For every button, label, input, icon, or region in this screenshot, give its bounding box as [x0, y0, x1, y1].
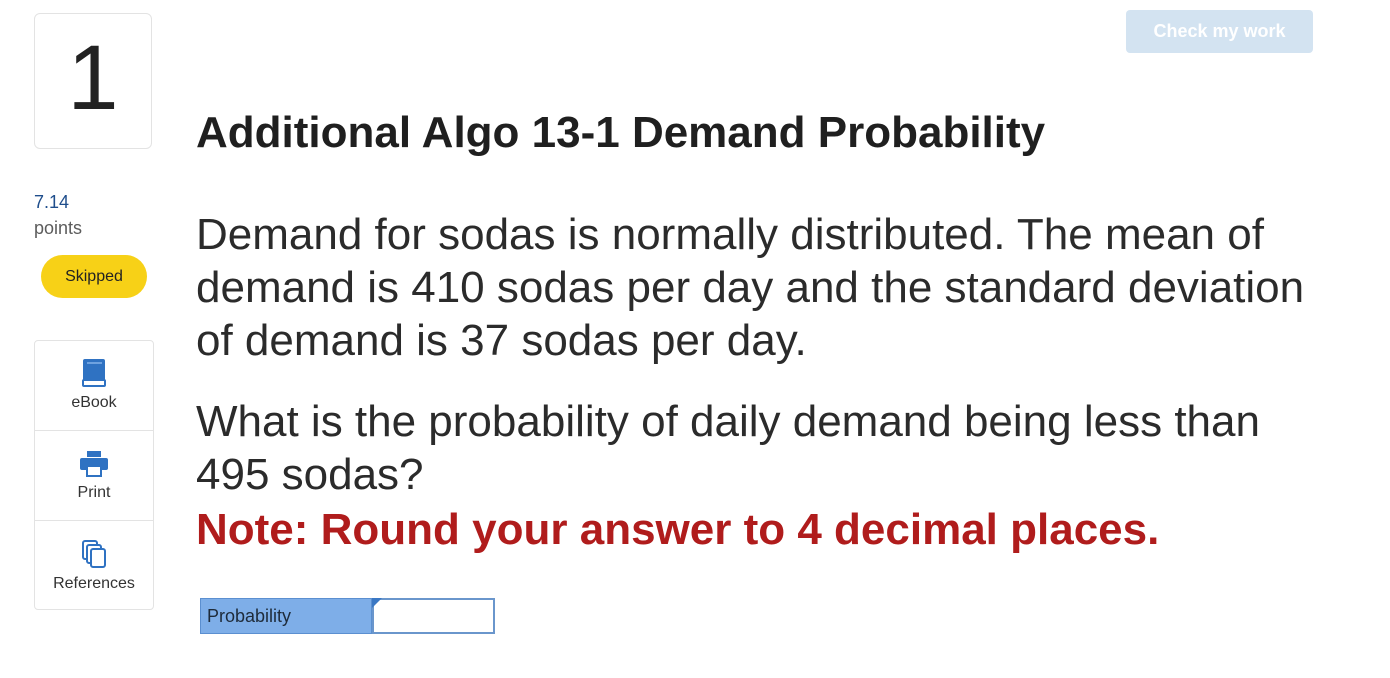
status-badge: Skipped — [41, 255, 147, 298]
print-button[interactable]: Print — [35, 431, 153, 521]
tools-panel: eBook Print References — [34, 340, 154, 610]
rounding-note: Note: Round your answer to 4 decimal pla… — [196, 505, 1160, 554]
points-label: points — [34, 218, 83, 238]
question-paragraph-2: What is the probability of daily demand … — [196, 397, 1260, 499]
question-title: Additional Algo 13-1 Demand Probability — [196, 108, 1046, 157]
print-label: Print — [77, 484, 111, 501]
answer-cell — [372, 598, 495, 634]
question-number-box: 1 — [34, 13, 152, 149]
ebook-label: eBook — [71, 394, 117, 411]
cell-marker-icon — [372, 598, 382, 608]
ebook-button[interactable]: eBook — [35, 341, 153, 431]
question-number: 1 — [67, 27, 119, 129]
references-label: References — [53, 575, 135, 592]
book-icon — [82, 359, 106, 387]
answer-row: Probability — [200, 598, 495, 634]
printer-icon — [80, 451, 108, 477]
points-value: 7.14 — [34, 192, 70, 212]
check-my-work-button[interactable]: Check my work — [1126, 10, 1313, 53]
question-paragraph-1: Demand for sodas is normally distributed… — [196, 210, 1305, 365]
copy-icon — [82, 540, 106, 568]
probability-input[interactable] — [372, 598, 495, 634]
references-button[interactable]: References — [35, 521, 153, 611]
answer-label: Probability — [200, 598, 372, 634]
